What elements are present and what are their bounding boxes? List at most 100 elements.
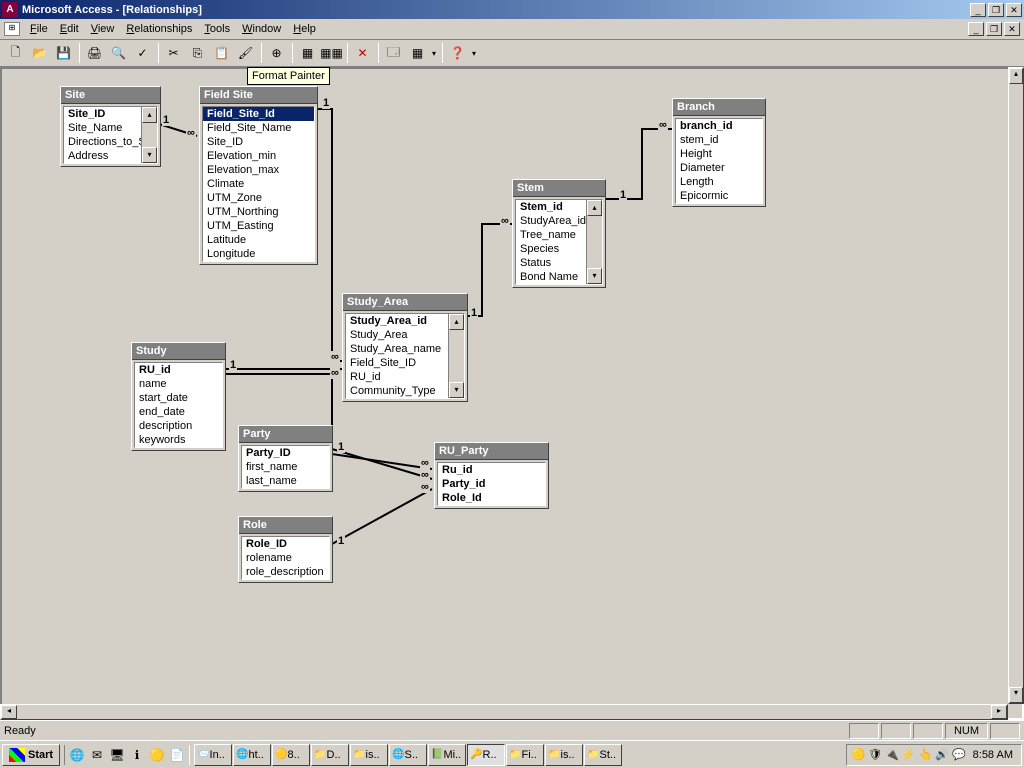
new-button[interactable]: 🗋 xyxy=(4,42,27,64)
show-direct-button[interactable]: ▦ xyxy=(296,42,319,64)
field[interactable]: Study_Area_name xyxy=(346,342,448,356)
field[interactable]: Ru_id xyxy=(438,463,545,477)
field[interactable]: Elevation_max xyxy=(203,163,314,177)
db-window-button[interactable]: 🗔 xyxy=(382,42,405,64)
ql-icon[interactable]: ℹ xyxy=(127,745,147,765)
vertical-scrollbar[interactable]: ▴ ▾ xyxy=(1008,67,1024,704)
field[interactable]: stem_id xyxy=(676,133,762,147)
table-studyarea[interactable]: Study_Area Study_Area_id Study_Area Stud… xyxy=(342,293,468,402)
field[interactable]: Bond Name xyxy=(516,270,586,284)
help-button[interactable]: ❓ xyxy=(446,42,469,64)
table-party[interactable]: Party Party_ID first_name last_name xyxy=(238,425,333,492)
task-button[interactable]: 🌐S.. xyxy=(389,744,427,766)
field[interactable]: Longitude xyxy=(203,247,314,261)
field[interactable]: Role_Id xyxy=(438,491,545,505)
scroll-up-button[interactable]: ▴ xyxy=(1009,68,1023,84)
scrollbar[interactable]: ▴▾ xyxy=(141,107,157,163)
ql-icon[interactable]: 🖥 xyxy=(107,745,127,765)
field[interactable]: Species xyxy=(516,242,586,256)
print-button[interactable]: 🖨 xyxy=(83,42,106,64)
table-study[interactable]: Study RU_id name start_date end_date des… xyxy=(131,342,226,451)
field[interactable]: Length xyxy=(676,175,762,189)
system-tray[interactable]: 🟡 🛡 🔌 ⚡ 👆 🔊 💬 8:58 AM xyxy=(846,744,1022,766)
table-site[interactable]: Site Site_ID Site_Name Directions_to_Si … xyxy=(60,86,161,167)
scroll-down-button[interactable]: ▾ xyxy=(1009,687,1023,703)
task-button[interactable]: 📁is.. xyxy=(545,744,583,766)
task-button[interactable]: 📁is.. xyxy=(350,744,388,766)
spell-button[interactable]: ✓ xyxy=(131,42,154,64)
field[interactable]: start_date xyxy=(135,391,222,405)
field[interactable]: last_name xyxy=(242,474,329,488)
start-button[interactable]: Start xyxy=(2,744,60,766)
tray-icon[interactable]: 💬 xyxy=(952,748,966,761)
task-button[interactable]: 📗Mi.. xyxy=(428,744,466,766)
field[interactable]: Climate xyxy=(203,177,314,191)
copy-button[interactable]: ⎘ xyxy=(186,42,209,64)
task-button[interactable]: 🔑R.. xyxy=(467,744,505,766)
horizontal-scrollbar[interactable]: ◂ ▸ xyxy=(0,704,1008,720)
tray-icon[interactable]: ⚡ xyxy=(902,748,916,761)
scrollbar[interactable]: ▴▾ xyxy=(586,200,602,284)
delete-button[interactable]: ✕ xyxy=(351,42,374,64)
table-stem[interactable]: Stem Stem_id StudyArea_id Tree_name Spec… xyxy=(512,179,606,288)
menu-relationships[interactable]: Relationships xyxy=(120,21,198,37)
paste-button[interactable]: 📋 xyxy=(210,42,233,64)
field[interactable]: Directions_to_Si xyxy=(64,135,141,149)
menu-tools[interactable]: Tools xyxy=(198,21,236,37)
task-button[interactable]: 🌐ht.. xyxy=(233,744,271,766)
task-button[interactable]: 📁St.. xyxy=(584,744,622,766)
scroll-left-button[interactable]: ◂ xyxy=(1,705,17,719)
field[interactable]: Field_Site_ID xyxy=(346,356,448,370)
field[interactable]: Party_ID xyxy=(242,446,329,460)
ql-icon[interactable]: ✉ xyxy=(87,745,107,765)
table-title[interactable]: Stem xyxy=(513,180,605,197)
field[interactable]: Site_ID xyxy=(203,135,314,149)
field[interactable]: Role_ID xyxy=(242,537,329,551)
open-button[interactable]: 📂 xyxy=(28,42,51,64)
clock[interactable]: 8:58 AM xyxy=(969,749,1017,761)
relationships-workspace[interactable]: 1 ∞ 1 ∞ 1 ∞ 1 1 ∞ ∞ ∞ 1 ∞ 1 ∞ Site Site_… xyxy=(0,67,1024,720)
cut-button[interactable]: ✂ xyxy=(162,42,185,64)
menu-window[interactable]: Window xyxy=(236,21,287,37)
field[interactable]: Status xyxy=(516,256,586,270)
table-fieldsite[interactable]: Field Site Field_Site_Id Field_Site_Name… xyxy=(199,86,318,265)
field[interactable]: Address xyxy=(64,149,141,163)
tray-icon[interactable]: 👆 xyxy=(919,748,933,761)
field[interactable]: keywords xyxy=(135,433,222,447)
tray-icon[interactable]: 🛡 xyxy=(868,748,882,761)
table-title[interactable]: RU_Party xyxy=(435,443,548,460)
field[interactable]: StudyArea_id xyxy=(516,214,586,228)
field[interactable]: Site_ID xyxy=(64,107,141,121)
field[interactable]: end_date xyxy=(135,405,222,419)
mdi-icon[interactable]: ⊞ xyxy=(4,22,20,36)
field[interactable]: name xyxy=(135,377,222,391)
field[interactable]: Stem_id xyxy=(516,200,586,214)
field[interactable]: Party_id xyxy=(438,477,545,491)
field[interactable]: UTM_Zone xyxy=(203,191,314,205)
format-painter-button[interactable]: 🖌 xyxy=(234,42,257,64)
field[interactable]: description xyxy=(135,419,222,433)
mdi-minimize-button[interactable]: _ xyxy=(968,22,984,36)
table-title[interactable]: Branch xyxy=(673,99,765,116)
minimize-button[interactable]: _ xyxy=(970,3,986,17)
table-role[interactable]: Role Role_ID rolename role_description xyxy=(238,516,333,583)
scroll-right-button[interactable]: ▸ xyxy=(991,705,1007,719)
field[interactable]: Study_Area xyxy=(346,328,448,342)
field[interactable]: RU_id xyxy=(346,370,448,384)
field[interactable]: Elevation_min xyxy=(203,149,314,163)
field[interactable]: Tree_name xyxy=(516,228,586,242)
field[interactable]: Field_Site_Name xyxy=(203,121,314,135)
field[interactable]: Community_Type xyxy=(346,384,448,398)
tray-icon[interactable]: 🟡 xyxy=(851,748,865,761)
task-button[interactable]: 📨In.. xyxy=(194,744,232,766)
close-button[interactable]: ✕ xyxy=(1006,3,1022,17)
table-title[interactable]: Party xyxy=(239,426,332,443)
table-title[interactable]: Study xyxy=(132,343,225,360)
scrollbar[interactable]: ▴▾ xyxy=(448,314,464,398)
table-title[interactable]: Site xyxy=(61,87,160,104)
restore-button[interactable]: ❐ xyxy=(988,3,1004,17)
table-title[interactable]: Role xyxy=(239,517,332,534)
add-table-button[interactable]: ⊕ xyxy=(265,42,288,64)
table-branch[interactable]: Branch branch_id stem_id Height Diameter… xyxy=(672,98,766,207)
new-object-button[interactable]: ▦ xyxy=(406,42,429,64)
